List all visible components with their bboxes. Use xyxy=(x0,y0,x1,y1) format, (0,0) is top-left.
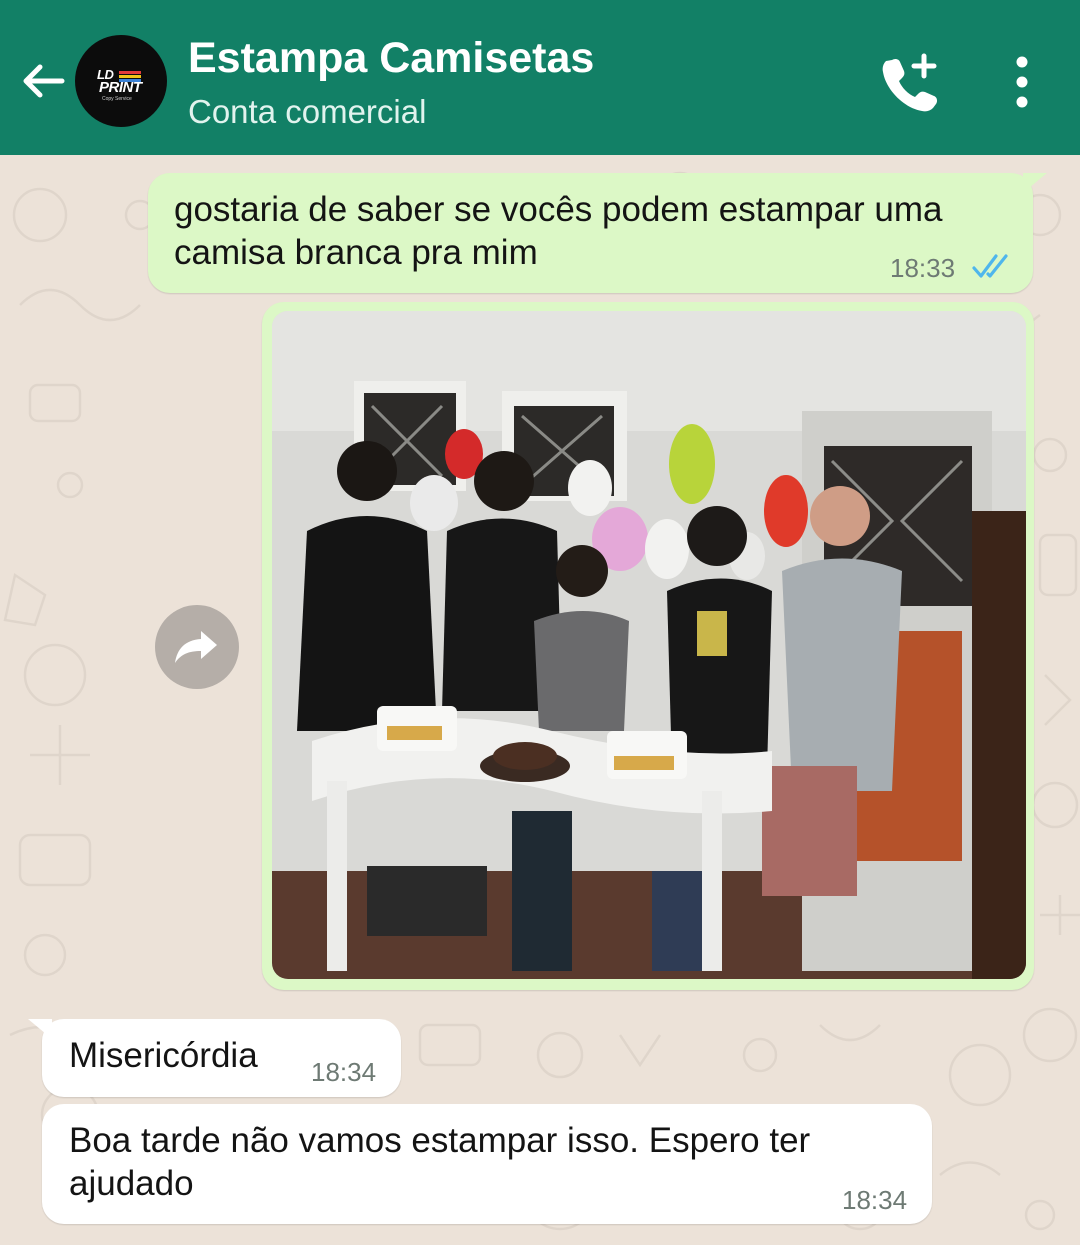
logo-stripe-yellow xyxy=(119,75,141,78)
add-call-icon[interactable] xyxy=(880,52,942,112)
message-time: 18:33 xyxy=(890,253,956,283)
contact-subtitle[interactable]: Conta comercial xyxy=(188,93,426,131)
more-vert-icon[interactable] xyxy=(1002,56,1042,108)
contact-name[interactable]: Estampa Camisetas xyxy=(188,34,594,83)
message-text: gostaria de saber se vocês podem estampa… xyxy=(174,190,943,272)
bubble-tail xyxy=(1023,173,1047,193)
read-ticks-icon xyxy=(970,251,1016,286)
message-text: Misericórdia xyxy=(69,1036,258,1075)
back-arrow-icon[interactable] xyxy=(18,56,68,106)
message-time: 18:34 xyxy=(311,1057,377,1087)
photo-illustration xyxy=(272,311,1026,979)
avatar-logo-bottom: PRINT xyxy=(99,79,142,96)
bubble-tail xyxy=(28,1019,52,1039)
logo-stripe-red xyxy=(119,71,141,74)
party-photo[interactable] xyxy=(272,311,1026,979)
forward-icon[interactable] xyxy=(155,605,239,689)
message-time: 18:34 xyxy=(842,1185,908,1215)
avatar[interactable]: LD PRINT Copy Service xyxy=(75,35,167,127)
chat-header: LD PRINT Copy Service Estampa Camisetas … xyxy=(0,0,1080,155)
message-text: Boa tarde não vamos estampar isso. Esper… xyxy=(69,1121,811,1203)
avatar-logo-sub: Copy Service xyxy=(102,96,132,102)
